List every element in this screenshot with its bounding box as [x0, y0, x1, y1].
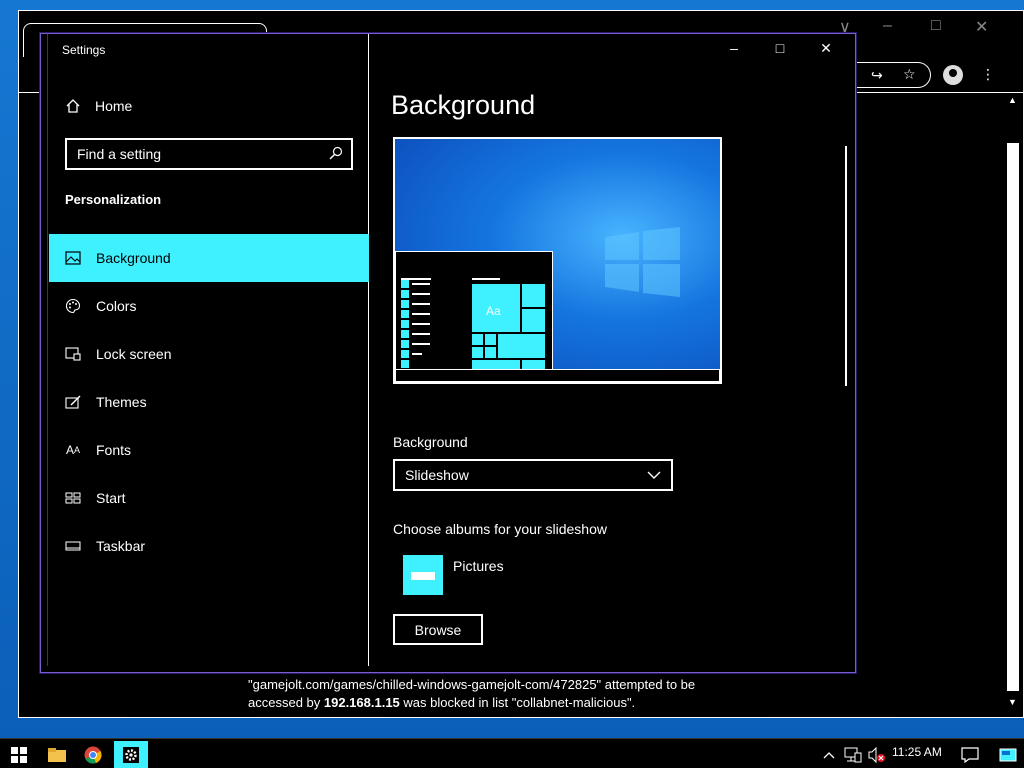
nav-item-lock-screen[interactable]: Lock screen	[49, 330, 369, 378]
lock-screen-icon	[65, 346, 81, 362]
dropdown-value: Slideshow	[405, 467, 469, 483]
scroll-up-icon[interactable]: ▲	[1008, 95, 1017, 105]
omnibox[interactable]: ↪ ☆	[855, 62, 931, 88]
preview-taskbar	[395, 369, 720, 382]
chrome-icon	[84, 746, 102, 764]
nav-item-label: Taskbar	[96, 538, 146, 554]
background-type-dropdown[interactable]: Slideshow	[393, 459, 673, 491]
chrome-button[interactable]	[76, 741, 110, 768]
preview-sample-text: Aa	[486, 304, 501, 318]
browser-maximize-icon[interactable]: □	[931, 17, 941, 35]
nav-item-label: Fonts	[96, 442, 132, 458]
chevron-up-icon	[823, 752, 835, 759]
page-title: Background	[391, 90, 536, 120]
settings-window: Settings – □ ✕ Home Personalization Back…	[40, 33, 856, 673]
windows-start-icon	[11, 747, 27, 763]
settings-nav-pane: Home Personalization Background Colors L…	[47, 34, 369, 666]
nav-item-background[interactable]: Background	[49, 234, 369, 282]
browser-scrollbar[interactable]: ▲ ▼	[1007, 95, 1019, 707]
fonts-icon: AA	[65, 443, 81, 457]
nav-item-label: Lock screen	[96, 346, 172, 362]
section-title: Personalization	[65, 192, 162, 207]
content-scrollbar[interactable]	[845, 146, 847, 386]
network-icon	[844, 747, 862, 763]
show-hidden-icons-button[interactable]	[818, 741, 840, 768]
nav-item-label: Start	[96, 490, 126, 506]
themes-icon	[65, 394, 81, 410]
action-center-button[interactable]	[956, 741, 984, 768]
browser-minimize-icon[interactable]: –	[883, 17, 892, 35]
home-nav-item[interactable]: Home	[65, 98, 132, 114]
windows-logo-watermark	[605, 227, 680, 297]
windows-taskbar: 11:25 AM	[0, 738, 1024, 768]
scroll-down-icon[interactable]: ▼	[1008, 697, 1017, 707]
nav-item-taskbar[interactable]: Taskbar	[49, 522, 369, 570]
nav-item-colors[interactable]: Colors	[49, 282, 369, 330]
background-label: Background	[393, 434, 468, 450]
kebab-menu-icon[interactable]: ⋮	[981, 66, 995, 83]
chevron-down-icon	[647, 471, 661, 479]
preview-start-menu: Aa	[395, 251, 553, 371]
nav-item-label: Background	[96, 250, 171, 266]
file-explorer-button[interactable]	[40, 741, 74, 768]
home-label: Home	[95, 98, 133, 114]
volume-muted-icon	[868, 747, 885, 763]
browser-close-icon[interactable]: ✕	[975, 17, 988, 37]
nav-item-start[interactable]: Start	[49, 474, 369, 522]
nav-item-fonts[interactable]: AA Fonts	[49, 426, 369, 474]
nav-item-label: Colors	[96, 298, 137, 314]
albums-label: Choose albums for your slideshow	[393, 521, 607, 537]
settings-content: Background Aa Background Slideshow Choos…	[391, 34, 851, 666]
gear-icon	[123, 747, 139, 763]
background-preview: Aa	[393, 137, 722, 384]
album-folder-icon[interactable]	[403, 555, 443, 595]
nav-item-label: Themes	[96, 394, 147, 410]
home-icon	[66, 99, 80, 113]
share-icon[interactable]: ↪	[871, 67, 883, 84]
notification-icon	[961, 747, 979, 763]
network-tray-button[interactable]	[842, 741, 864, 768]
palette-icon	[65, 298, 81, 314]
picture-icon	[65, 250, 81, 266]
browse-button[interactable]: Browse	[393, 614, 483, 645]
settings-taskbar-button[interactable]	[114, 741, 148, 768]
taskbar-icon	[65, 538, 81, 554]
show-desktop-button[interactable]	[994, 741, 1022, 768]
profile-avatar-icon[interactable]	[943, 65, 963, 85]
desktop-preview-icon	[999, 748, 1017, 762]
find-setting-search[interactable]	[65, 138, 353, 170]
volume-tray-button[interactable]	[866, 741, 888, 768]
search-icon[interactable]	[329, 146, 343, 160]
start-icon	[65, 490, 81, 506]
album-name[interactable]: Pictures	[453, 558, 504, 574]
clock-time[interactable]: 11:25 AM	[892, 745, 942, 759]
folder-icon	[48, 748, 66, 762]
search-input[interactable]	[67, 140, 351, 168]
bookmark-star-icon[interactable]: ☆	[903, 66, 916, 83]
start-button[interactable]	[4, 741, 34, 768]
scroll-thumb[interactable]	[1007, 143, 1019, 691]
blocked-site-message: "gamejolt.com/games/chilled-windows-game…	[248, 677, 696, 710]
nav-item-themes[interactable]: Themes	[49, 378, 369, 426]
